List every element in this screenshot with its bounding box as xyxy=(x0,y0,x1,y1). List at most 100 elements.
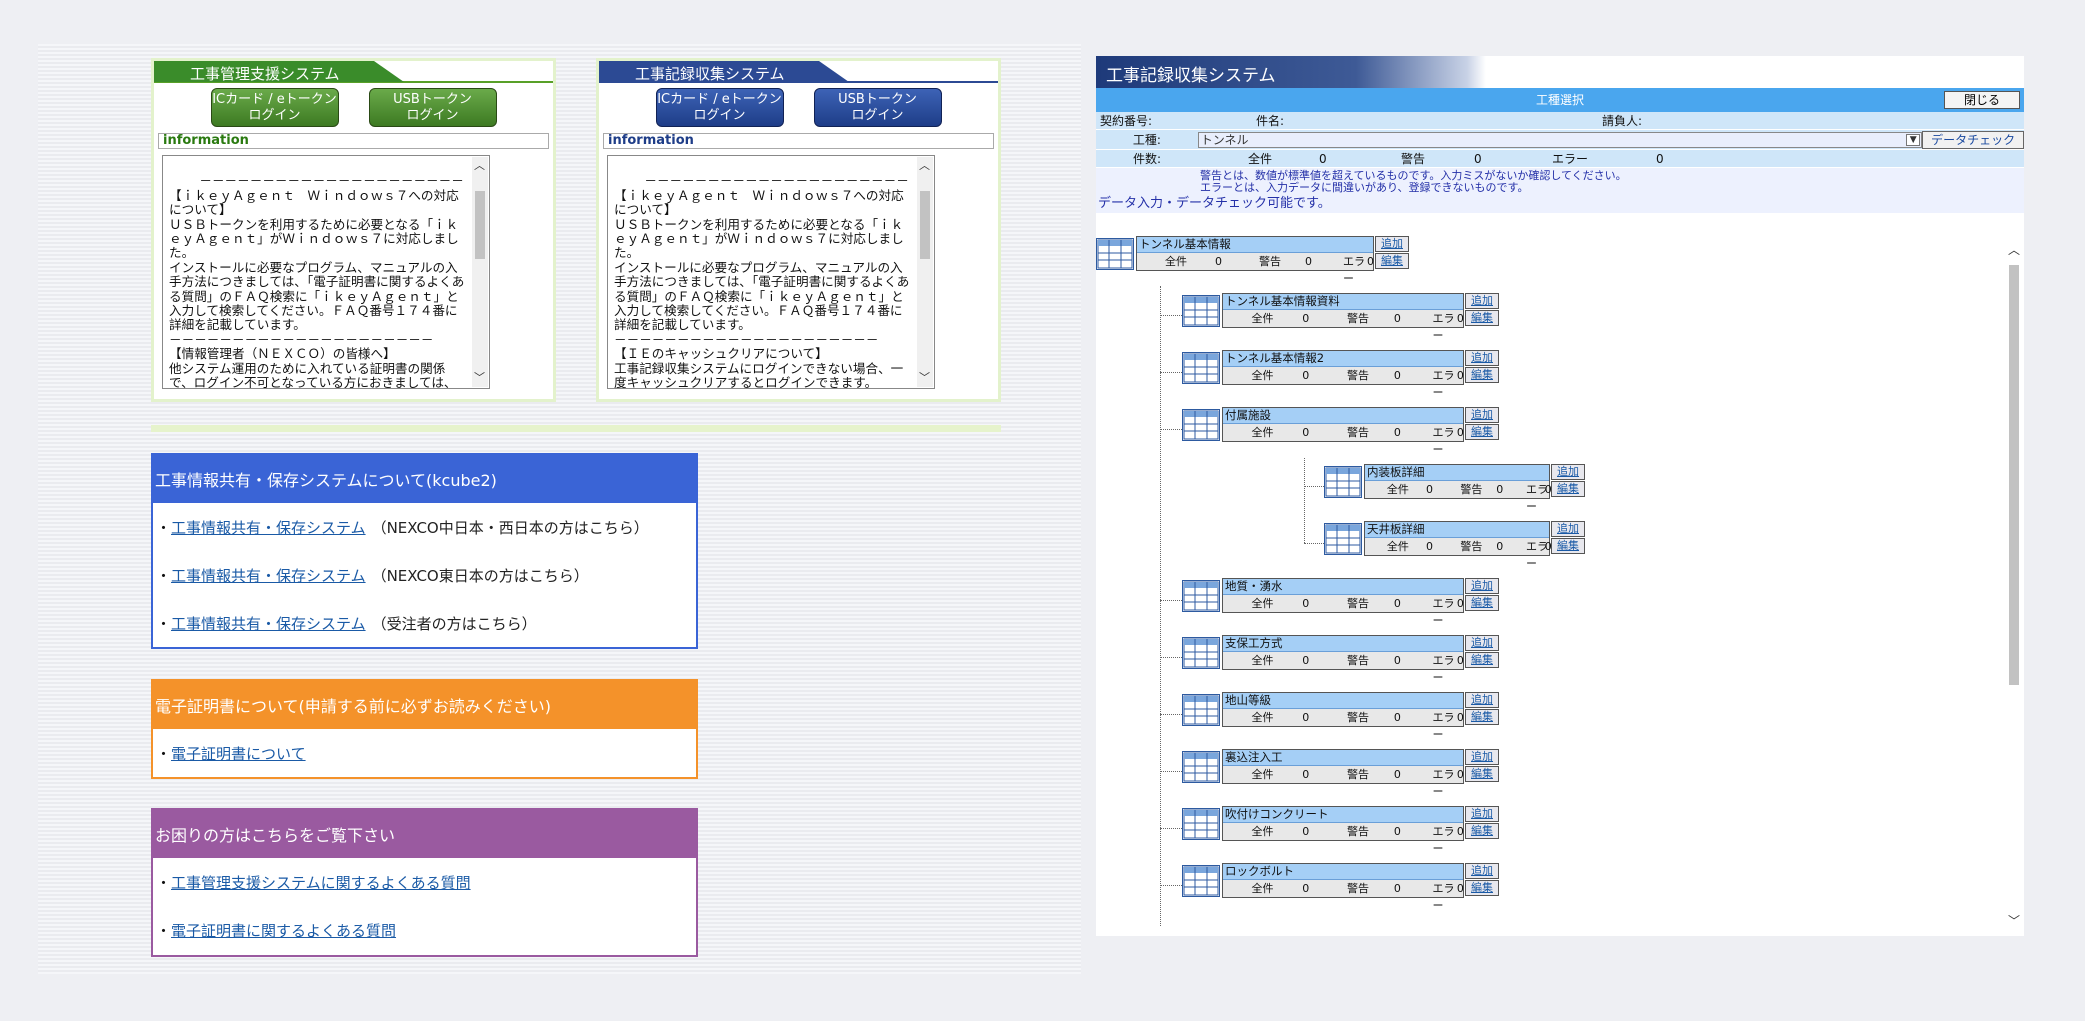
add-button[interactable]: 追加 xyxy=(1551,521,1585,537)
scroll-up-icon[interactable]: ︿ xyxy=(2008,241,2020,258)
chevron-down-icon[interactable]: ▼ xyxy=(1906,133,1921,146)
tree-node: 裏込注入工 全件 0 警告 0 エラー 0 追加 編集 xyxy=(1182,749,1499,798)
edit-button[interactable]: 編集 xyxy=(1465,367,1499,383)
tree-node-name: 地山等級 xyxy=(1223,693,1463,709)
scroll-thumb[interactable] xyxy=(920,191,930,259)
edit-button[interactable]: 編集 xyxy=(1551,481,1585,497)
scroll-down-icon[interactable]: ﹀ xyxy=(2008,912,2020,929)
all-count: 0 xyxy=(1302,825,1310,838)
add-button[interactable]: 追加 xyxy=(1465,578,1499,594)
warn-label: 警告 xyxy=(1347,882,1370,895)
system2-info-textarea[interactable]: －－－－－－－－－－－－－－－－－－－－－ 【ｉｋｅｙＡｇｅｎｔ Ｗｉｎｄｏｗｓ… xyxy=(607,155,935,389)
add-button[interactable]: 追加 xyxy=(1465,863,1499,879)
cert-panel: 電子証明書について(申請する前に必ずお読みください) ・電子証明書について xyxy=(151,679,698,779)
tree-scrollbar[interactable]: ︿ ﹀ xyxy=(2006,239,2022,929)
edit-button[interactable]: 編集 xyxy=(1375,253,1409,269)
edit-button[interactable]: 編集 xyxy=(1465,310,1499,326)
contract-row: 契約番号: 件名: 請負人: xyxy=(1096,112,2024,130)
kcube-link-contractor[interactable]: 工事情報共有・保存システム xyxy=(171,613,366,634)
kcube-link-nexco-central-west[interactable]: 工事情報共有・保存システム xyxy=(171,517,366,538)
scroll-up-icon[interactable]: ︿ xyxy=(919,159,930,173)
count-label: 件数: xyxy=(1132,152,1162,166)
tree-connector xyxy=(1160,429,1182,430)
record-system-window: 工事記録収集システム 工種選択 閉じる 契約番号: 件名: 請負人: 工種: ト… xyxy=(1096,56,2024,936)
tree-node: 支保工方式 全件 0 警告 0 エラー 0 追加 編集 xyxy=(1182,635,1499,684)
warn-count: 0 xyxy=(1393,711,1401,724)
tree-connector xyxy=(1304,458,1305,543)
add-button[interactable]: 追加 xyxy=(1375,236,1409,252)
err-count: 0 xyxy=(1456,426,1464,439)
warn-count: 0 xyxy=(1393,426,1401,439)
all-label: 全件 xyxy=(1251,597,1274,610)
kcube-row: ・工事情報共有・保存システム （NEXCO中日本・西日本の方はこちら） xyxy=(156,503,693,551)
edit-button[interactable]: 編集 xyxy=(1465,595,1499,611)
add-button[interactable]: 追加 xyxy=(1465,749,1499,765)
tree-connector xyxy=(1160,600,1182,601)
tree-node-body: トンネル基本情報資料 全件 0 警告 0 エラー 0 xyxy=(1222,293,1464,342)
scroll-down-icon[interactable]: ﹀ xyxy=(919,371,930,385)
add-button[interactable]: 追加 xyxy=(1465,806,1499,822)
warning-note: 警告とは、数値が標準値を超えているものです。入力ミスがないか確認してください。 … xyxy=(1096,168,2024,195)
close-button[interactable]: 閉じる xyxy=(1944,91,2020,109)
err-count: 0 xyxy=(1456,369,1464,382)
kcube-link-nexco-east[interactable]: 工事情報共有・保存システム xyxy=(171,565,366,586)
system2-info-scrollbar[interactable]: ︿ ﹀ xyxy=(917,157,933,387)
bullet: ・ xyxy=(156,921,172,940)
warn-label: 警告 xyxy=(1347,825,1370,838)
warn-count: 0 xyxy=(1305,255,1312,268)
edit-button[interactable]: 編集 xyxy=(1465,823,1499,839)
all-count: 0 xyxy=(1319,151,1327,166)
system2-title: 工事記録収集システム xyxy=(599,61,849,82)
scroll-thumb[interactable] xyxy=(2009,265,2019,685)
type-select[interactable]: トンネル ▼ xyxy=(1197,131,1923,148)
system2-header: 工事記録収集システム xyxy=(599,61,998,83)
help-link-faq-cert[interactable]: 電子証明書に関するよくある質問 xyxy=(171,920,396,941)
tree-node-body: トンネル基本情報 全件 0 警告 0 エラー 0 xyxy=(1136,236,1374,285)
tree-node-name: トンネル基本情報2 xyxy=(1223,351,1463,367)
system1-ic-login-button[interactable]: ICカード / eトークン ログイン xyxy=(210,88,339,127)
edit-button[interactable]: 編集 xyxy=(1465,766,1499,782)
tree-node-body: 天井板詳細 全件 0 警告 0 エラー 0 xyxy=(1364,521,1552,570)
scroll-thumb[interactable] xyxy=(475,191,485,259)
edit-button[interactable]: 編集 xyxy=(1465,424,1499,440)
edit-button[interactable]: 編集 xyxy=(1465,709,1499,725)
btn-line1: USBトークン xyxy=(838,92,917,107)
cert-link[interactable]: 電子証明書について xyxy=(171,743,306,764)
system1-info-textarea[interactable]: －－－－－－－－－－－－－－－－－－－－－ 【ｉｋｅｙＡｇｅｎｔ Ｗｉｎｄｏｗｓ… xyxy=(162,155,490,389)
tree-node-counts: 全件 0 警告 0 エラー 0 xyxy=(1223,652,1463,684)
scroll-up-icon[interactable]: ︿ xyxy=(474,159,485,173)
system2-ic-login-button[interactable]: ICカード / eトークン ログイン xyxy=(655,88,784,127)
err-label: エラー xyxy=(1552,152,1589,166)
help-panel: お困りの方はこちらをご覧下さい ・工事管理支援システムに関するよくある質問 ・電… xyxy=(151,808,698,957)
tree-node-name: 天井板詳細 xyxy=(1365,522,1549,538)
edit-button[interactable]: 編集 xyxy=(1465,652,1499,668)
add-button[interactable]: 追加 xyxy=(1551,464,1585,480)
tree-node-counts: 全件 0 警告 0 エラー 0 xyxy=(1223,766,1463,798)
add-button[interactable]: 追加 xyxy=(1465,692,1499,708)
edit-button[interactable]: 編集 xyxy=(1551,538,1585,554)
bullet: ・ xyxy=(156,873,172,892)
tree-node-body: 裏込注入工 全件 0 警告 0 エラー 0 xyxy=(1222,749,1464,798)
scroll-down-icon[interactable]: ﹀ xyxy=(474,371,485,385)
add-button[interactable]: 追加 xyxy=(1465,350,1499,366)
system2-info-label: information xyxy=(603,133,994,149)
add-button[interactable]: 追加 xyxy=(1465,407,1499,423)
tree-connector xyxy=(1304,486,1324,487)
data-check-button[interactable]: データチェック xyxy=(1922,130,2024,149)
system1-info-scrollbar[interactable]: ︿ ﹀ xyxy=(472,157,488,387)
system2-usb-login-button[interactable]: USBトークン ログイン xyxy=(813,88,942,127)
tree-node-counts: 全件 0 警告 0 エラー 0 xyxy=(1223,367,1464,399)
tree-node: 天井板詳細 全件 0 警告 0 エラー 0 追加 編集 xyxy=(1324,521,1585,570)
add-button[interactable]: 追加 xyxy=(1465,293,1499,309)
help-row: ・工事管理支援システムに関するよくある質問 xyxy=(156,858,693,906)
all-label: 全件 xyxy=(1248,152,1273,166)
btn-line2: ログイン xyxy=(406,108,459,123)
system1-usb-login-button[interactable]: USBトークン ログイン xyxy=(368,88,497,127)
help-link-faq-system[interactable]: 工事管理支援システムに関するよくある質問 xyxy=(171,872,471,893)
err-count: 0 xyxy=(1456,312,1464,325)
edit-button[interactable]: 編集 xyxy=(1465,880,1499,896)
type-label: 工種: xyxy=(1132,133,1161,147)
tree-node-body: 地山等級 全件 0 警告 0 エラー 0 xyxy=(1222,692,1464,741)
warn-count: 0 xyxy=(1474,151,1482,166)
add-button[interactable]: 追加 xyxy=(1465,635,1499,651)
